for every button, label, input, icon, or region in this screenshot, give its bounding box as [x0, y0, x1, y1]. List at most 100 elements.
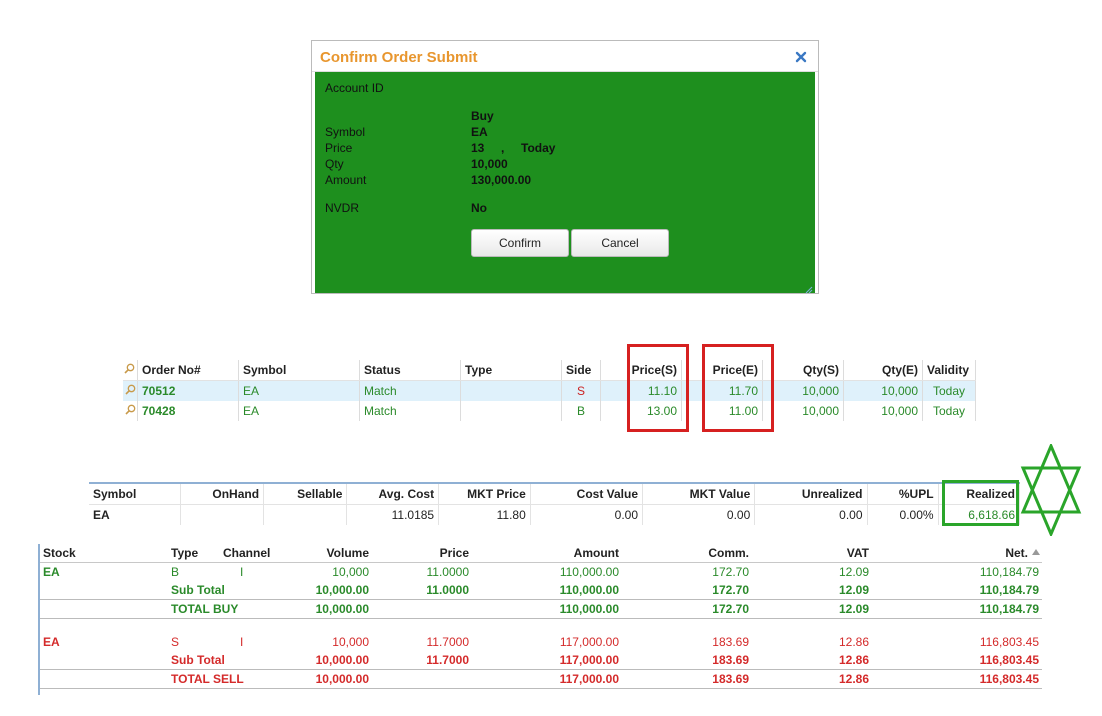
magnifier-icon[interactable]	[124, 384, 136, 395]
col-symbol[interactable]: Symbol	[89, 482, 181, 505]
sort-asc-icon[interactable]	[1032, 548, 1040, 556]
order-row[interactable]: 70512 EA Match S 11.10 11.70 10,000 10,0…	[123, 380, 976, 401]
order-qty-e: 10,000	[843, 401, 923, 421]
buy-price: 11.0000	[426, 565, 470, 579]
pf-unrealized: 0.00	[754, 504, 868, 525]
sell-amount: 117,000.00	[559, 635, 619, 649]
portfolio-table: Symbol OnHand Sellable Avg. Cost MKT Pri…	[89, 482, 1021, 525]
total-sell-label: TOTAL SELL	[168, 669, 280, 689]
sell-sub-price: 11.7000	[426, 653, 469, 667]
col-mkt-price[interactable]: MKT Price	[438, 482, 531, 505]
row-search-cell[interactable]	[123, 380, 138, 401]
order-status: Match	[359, 380, 461, 401]
price-e-highlight-box	[702, 344, 774, 432]
close-icon[interactable]	[794, 50, 808, 64]
col-order-no[interactable]: Order No#	[137, 360, 239, 381]
nvdr-label: NVDR	[325, 201, 360, 215]
buy-sub-volume: 10,000.00	[315, 583, 369, 597]
col-mkt-value[interactable]: MKT Value	[642, 482, 756, 505]
sell-sub-comm: 183.69	[712, 653, 749, 667]
symbol-value: EA	[471, 125, 488, 139]
sell-type: S	[171, 635, 180, 649]
col-comm[interactable]: Comm.	[622, 544, 752, 563]
col-vat[interactable]: VAT	[752, 544, 872, 563]
col-amount[interactable]: Amount	[472, 544, 622, 563]
col-cost-value[interactable]: Cost Value	[530, 482, 644, 505]
amount-value: 130,000.00	[471, 173, 532, 187]
dialog-title: Confirm Order Submit	[320, 49, 478, 66]
total-sell-vat: 12.86	[752, 669, 872, 689]
col-side[interactable]: Side	[561, 360, 601, 381]
confirm-order-dialog: Confirm Order Submit Account ID Buy Symb…	[311, 40, 819, 294]
order-validity: Today	[922, 401, 976, 421]
qty-label: Qty	[325, 157, 344, 171]
amount-label: Amount	[325, 173, 367, 187]
magnifier-icon	[124, 363, 135, 374]
col-qty-e[interactable]: Qty(E)	[843, 360, 923, 381]
total-buy-label: TOTAL BUY	[168, 599, 280, 619]
account-id-label: Account ID	[325, 81, 384, 95]
col-status[interactable]: Status	[359, 360, 461, 381]
col-onhand[interactable]: OnHand	[180, 482, 265, 505]
order-status: Match	[359, 401, 461, 421]
col-price[interactable]: Price	[372, 544, 472, 563]
price-separator: ,	[501, 141, 505, 155]
buy-trade-row[interactable]: EA B I 10,000 11.0000 110,000.00 172.70 …	[40, 563, 1042, 582]
confirm-button[interactable]: Confirm	[471, 229, 569, 257]
order-qty-s: 10,000	[762, 401, 844, 421]
buy-comm: 172.70	[712, 565, 749, 579]
col-type[interactable]: Type	[168, 544, 220, 563]
total-buy-comm: 172.70	[622, 599, 752, 619]
sell-sub-volume: 10,000.00	[315, 653, 369, 667]
pf-onhand	[180, 504, 265, 525]
portfolio-header-row: Symbol OnHand Sellable Avg. Cost MKT Pri…	[89, 482, 1021, 505]
total-sell-volume: 10,000.00	[280, 669, 372, 689]
buy-subtotal-label: Sub Total	[171, 583, 225, 597]
sell-sub-amount: 117,000.00	[559, 653, 619, 667]
order-no: 70512	[137, 380, 239, 401]
col-sellable[interactable]: Sellable	[263, 482, 348, 505]
buy-amount: 110,000.00	[559, 565, 619, 579]
col-net[interactable]: Net.	[872, 544, 1042, 563]
sell-channel: I	[240, 635, 244, 649]
pf-symbol: EA	[89, 504, 181, 525]
cancel-button[interactable]: Cancel	[571, 229, 669, 257]
order-type	[460, 401, 562, 421]
sell-subtotal-row: Sub Total 10,000.00 11.7000 117,000.00 1…	[40, 651, 1042, 670]
col-avg-cost[interactable]: Avg. Cost	[346, 482, 440, 505]
order-row[interactable]: 70428 EA Match B 13.00 11.00 10,000 10,0…	[123, 401, 976, 421]
order-qty-e: 10,000	[843, 380, 923, 401]
col-validity[interactable]: Validity	[922, 360, 976, 381]
realized-highlight-box	[942, 480, 1019, 526]
price-label: Price	[325, 141, 353, 155]
trade-summary-panel: Stock Type Channel Volume Price Amount C…	[38, 544, 1054, 695]
col-symbol[interactable]: Symbol	[238, 360, 360, 381]
magnifier-icon[interactable]	[124, 404, 136, 415]
buy-sub-vat: 12.09	[838, 583, 869, 597]
col-unrealized[interactable]: Unrealized	[754, 482, 868, 505]
row-search-cell[interactable]	[123, 401, 138, 421]
portfolio-row[interactable]: EA 11.0185 11.80 0.00 0.00 0.00 0.00% 6,…	[89, 504, 1021, 525]
col-stock[interactable]: Stock	[40, 544, 168, 563]
col-qty-s[interactable]: Qty(S)	[762, 360, 844, 381]
pf-upl: 0.00%	[867, 504, 939, 525]
buy-channel: I	[240, 565, 244, 579]
side-value: Buy	[471, 109, 494, 123]
buy-subtotal-row: Sub Total 10,000.00 11.0000 110,000.00 1…	[40, 581, 1042, 600]
orders-table: Order No# Symbol Status Type Side Price(…	[123, 360, 976, 421]
order-symbol: EA	[238, 380, 360, 401]
price-validity-value: Today	[521, 141, 556, 155]
order-qty-s: 10,000	[762, 380, 844, 401]
col-net-label: Net.	[1005, 546, 1028, 560]
sell-trade-row[interactable]: EA S I 10,000 11.7000 117,000.00 183.69 …	[40, 633, 1042, 651]
col-channel[interactable]: Channel	[220, 544, 280, 563]
col-upl[interactable]: %UPL	[867, 482, 939, 505]
sell-net: 116,803.45	[979, 635, 1039, 649]
sell-vat: 12.86	[838, 635, 869, 649]
col-volume[interactable]: Volume	[280, 544, 372, 563]
resize-grip-icon[interactable]	[805, 283, 813, 294]
col-type[interactable]: Type	[460, 360, 562, 381]
pf-cost-value: 0.00	[530, 504, 644, 525]
buy-volume: 10,000	[332, 565, 369, 579]
total-buy-vat: 12.09	[752, 599, 872, 619]
